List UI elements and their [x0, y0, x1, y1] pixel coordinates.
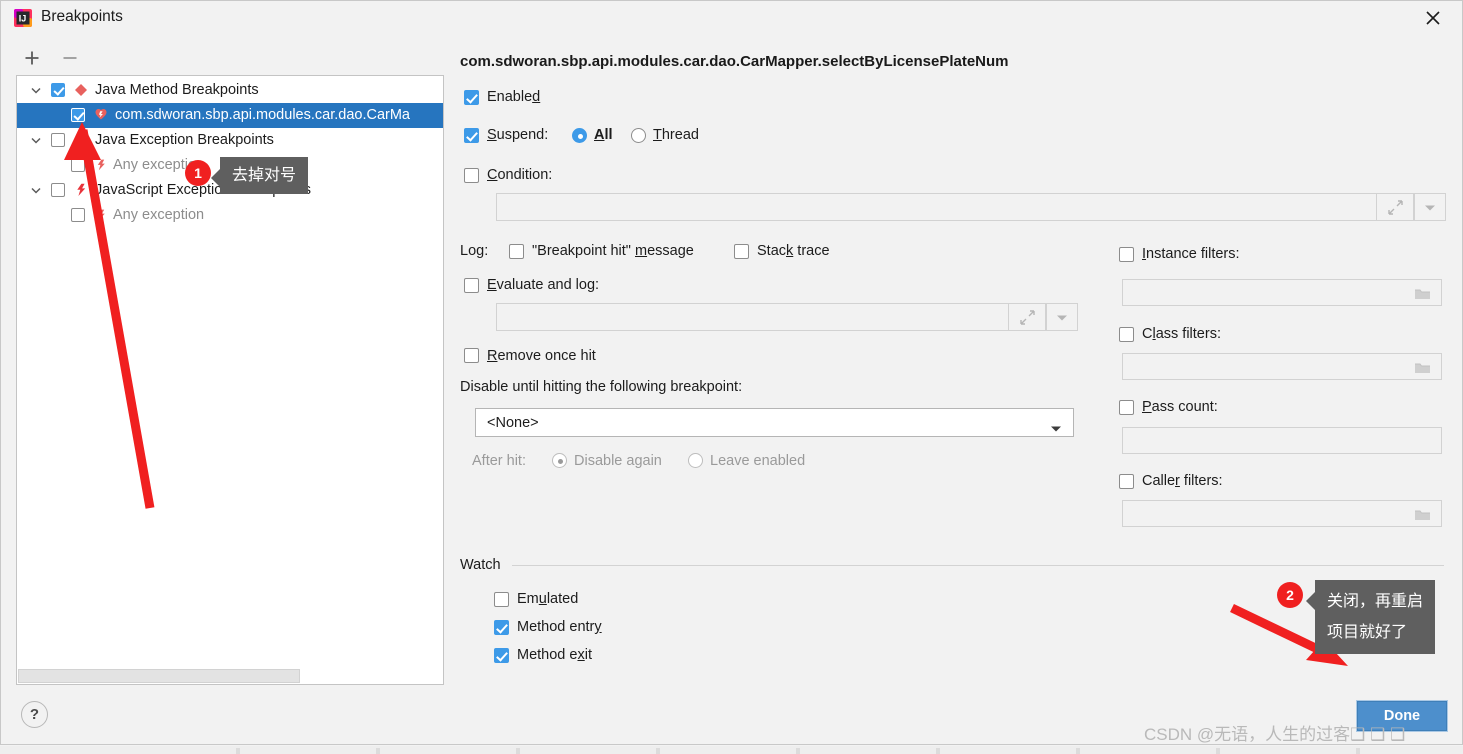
suspend-all-label: All: [594, 127, 613, 143]
intellij-idea-icon: IJ: [13, 8, 33, 28]
watermark-text: CSDN @无语，人生的过客❑ ❑ ❑: [1144, 720, 1405, 745]
tree-horizontal-scrollbar[interactable]: [18, 669, 444, 683]
suspend-checkbox[interactable]: [464, 128, 479, 143]
title-bar: IJ Breakpoints: [1, 1, 1462, 35]
tree-item-label: com.sdworan.sbp.api.modules.car.dao.CarM…: [115, 103, 410, 128]
watch-group-label: Watch: [460, 557, 508, 573]
annotation-badge-1: 1: [185, 160, 211, 186]
tree-checkbox[interactable]: [71, 158, 85, 172]
log-message-checkbox[interactable]: [509, 244, 524, 259]
enabled-label: Enabled: [487, 89, 540, 105]
remove-breakpoint-button[interactable]: [57, 45, 83, 71]
after-hit-disable-again-label: Disable again: [574, 453, 662, 469]
suspend-label: Suspend:: [487, 127, 548, 143]
after-hit-leave-enabled-radio: [688, 453, 703, 468]
after-hit-disable-again-radio: [552, 453, 567, 468]
suspend-all-radio[interactable]: [572, 128, 587, 143]
tree-item-label: Java Exception Breakpoints: [95, 128, 274, 153]
pass-count-label: Pass count:: [1142, 399, 1218, 415]
svg-text:IJ: IJ: [19, 14, 27, 24]
folder-icon: [1414, 287, 1431, 301]
red-lightning-icon: [93, 207, 109, 223]
chevron-down-icon: [1050, 421, 1062, 437]
tree-item-label: Any exception: [113, 203, 204, 228]
method-entry-checkbox[interactable]: [494, 620, 509, 635]
evaluate-expand-button[interactable]: [1008, 303, 1046, 331]
condition-checkbox[interactable]: [464, 168, 479, 183]
caller-filters-checkbox[interactable]: [1119, 474, 1134, 489]
remove-once-hit-checkbox[interactable]: [464, 348, 479, 363]
red-lightning-icon: [73, 132, 89, 148]
chevron-down-icon[interactable]: [29, 78, 43, 103]
add-breakpoint-button[interactable]: [19, 45, 45, 71]
after-hit-leave-enabled-label: Leave enabled: [710, 453, 805, 469]
tree-checkbox[interactable]: [71, 108, 85, 122]
evaluate-dropdown-button[interactable]: [1046, 303, 1078, 331]
method-breakpoint-icon: [93, 107, 109, 123]
chevron-down-icon[interactable]: [29, 128, 43, 153]
class-filters-input[interactable]: [1122, 353, 1442, 380]
breakpoint-title: com.sdworan.sbp.api.modules.car.dao.CarM…: [460, 53, 1009, 70]
caller-filters-label: Caller filters:: [1142, 473, 1223, 489]
evaluate-and-log-checkbox[interactable]: [464, 278, 479, 293]
condition-expand-button[interactable]: [1376, 193, 1414, 221]
tree-checkbox[interactable]: [51, 183, 65, 197]
pass-count-input[interactable]: [1122, 427, 1442, 454]
tree-item-any-exception-javascript[interactable]: Any exception: [17, 203, 443, 228]
method-exit-checkbox[interactable]: [494, 648, 509, 663]
disable-until-label: Disable until hitting the following brea…: [460, 379, 742, 395]
condition-dropdown-button[interactable]: [1414, 193, 1446, 221]
caller-filters-input[interactable]: [1122, 500, 1442, 527]
chevron-down-icon[interactable]: [29, 178, 43, 203]
tree-item-carmapper-breakpoint[interactable]: com.sdworan.sbp.api.modules.car.dao.CarM…: [17, 103, 443, 128]
folder-icon: [1414, 361, 1431, 375]
annotation-callout-1: 去掉对号: [220, 157, 308, 194]
stack-trace-checkbox[interactable]: [734, 244, 749, 259]
instance-filters-input[interactable]: [1122, 279, 1442, 306]
annotation-callout-2: 关闭，再重启 项目就好了: [1315, 580, 1435, 654]
instance-filters-label: Instance filters:: [1142, 246, 1240, 262]
disable-until-combo[interactable]: <None>: [475, 408, 1074, 437]
red-diamond-icon: [73, 82, 89, 98]
log-label: Log:: [460, 243, 488, 259]
emulated-label: Emulated: [517, 591, 578, 607]
tree-checkbox[interactable]: [51, 133, 65, 147]
tree-checkbox[interactable]: [51, 83, 65, 97]
tree-item-java-method-breakpoints[interactable]: Java Method Breakpoints: [17, 78, 443, 103]
evaluate-and-log-input[interactable]: [496, 303, 1078, 331]
tree-toolbar: [19, 45, 219, 71]
help-button[interactable]: ?: [21, 701, 48, 728]
disable-until-value: <None>: [487, 415, 539, 431]
class-filters-checkbox[interactable]: [1119, 327, 1134, 342]
scrollbar-thumb[interactable]: [18, 669, 300, 683]
red-lightning-icon: [93, 157, 109, 173]
after-hit-label: After hit:: [472, 453, 526, 469]
pass-count-checkbox[interactable]: [1119, 400, 1134, 415]
method-exit-label: Method exit: [517, 647, 592, 663]
stack-trace-label: Stack trace: [757, 243, 830, 259]
instance-filters-checkbox[interactable]: [1119, 247, 1134, 262]
emulated-checkbox[interactable]: [494, 592, 509, 607]
annotation-badge-2: 2: [1277, 582, 1303, 608]
background-strip: [0, 746, 1463, 754]
breakpoints-dialog: IJ Breakpoints: [0, 0, 1463, 745]
tree-checkbox[interactable]: [71, 208, 85, 222]
red-lightning-icon: [73, 182, 89, 198]
method-entry-label: Method entry: [517, 619, 602, 635]
tree-item-java-exception-breakpoints[interactable]: Java Exception Breakpoints: [17, 128, 443, 153]
close-icon[interactable]: [1416, 5, 1450, 31]
watch-separator: [512, 565, 1444, 566]
tree-item-label: Java Method Breakpoints: [95, 78, 259, 103]
condition-input[interactable]: [496, 193, 1446, 221]
class-filters-label: Class filters:: [1142, 326, 1221, 342]
enabled-checkbox[interactable]: [464, 90, 479, 105]
remove-once-hit-label: Remove once hit: [487, 348, 596, 364]
condition-label: Condition:: [487, 167, 552, 183]
window-title: Breakpoints: [41, 8, 123, 26]
folder-icon: [1414, 508, 1431, 522]
suspend-thread-label: Thread: [653, 127, 699, 143]
evaluate-and-log-label: Evaluate and log:: [487, 277, 599, 293]
log-message-label: "Breakpoint hit" message: [532, 243, 694, 259]
suspend-thread-radio[interactable]: [631, 128, 646, 143]
